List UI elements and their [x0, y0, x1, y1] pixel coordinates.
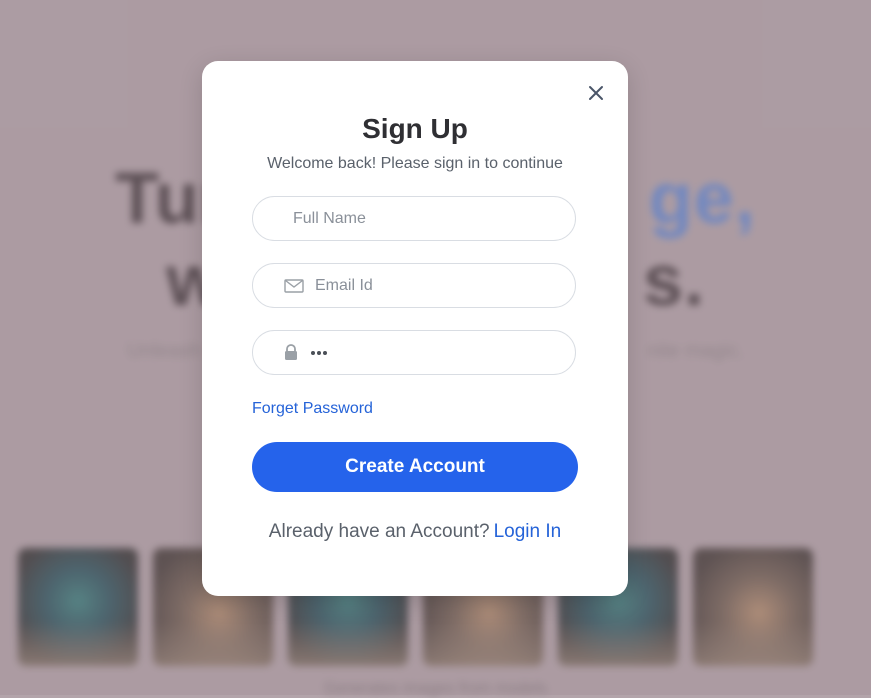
password-input[interactable]: [311, 350, 327, 355]
email-input[interactable]: [315, 265, 555, 306]
email-field[interactable]: [252, 263, 576, 308]
forget-password-link[interactable]: Forget Password: [252, 400, 373, 418]
login-prompt-text: Already have an Account?: [268, 521, 490, 542]
modal-subtitle: Welcome back! Please sign in to continue: [267, 155, 563, 172]
modal-title: Sign Up: [362, 113, 468, 144]
password-field[interactable]: •••: [252, 330, 576, 375]
create-account-button[interactable]: Create Account: [252, 442, 578, 492]
lock-icon: [283, 344, 299, 362]
login-link[interactable]: Login In: [494, 521, 562, 542]
mail-icon: [283, 277, 305, 295]
close-button[interactable]: [584, 81, 608, 105]
login-prompt: Already have an Account? Login In: [202, 521, 628, 543]
close-icon: [589, 86, 603, 100]
full-name-field[interactable]: [252, 196, 576, 241]
sign-up-modal: Sign Up Welcome back! Please sign in to …: [202, 61, 628, 596]
full-name-input[interactable]: [293, 198, 533, 239]
